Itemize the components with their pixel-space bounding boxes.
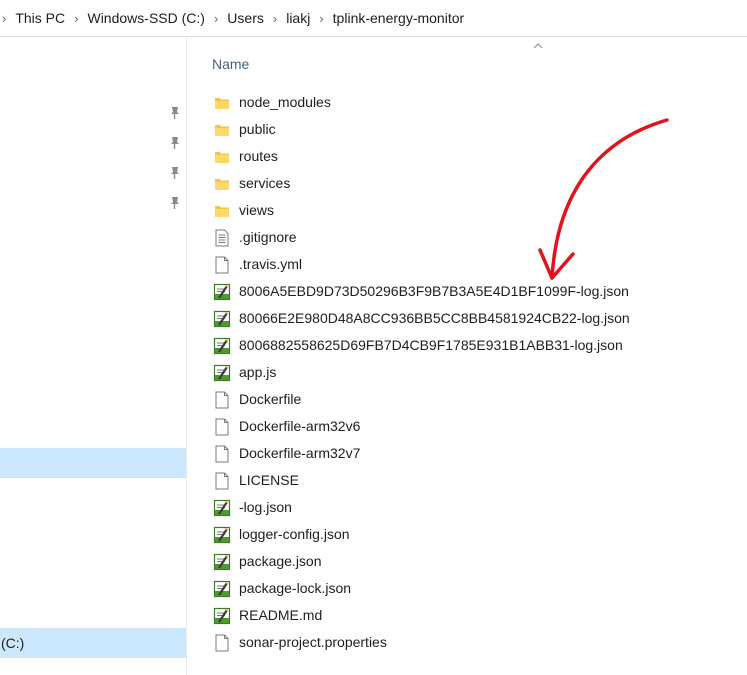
file-row[interactable]: 80066E2E980D48A8CC936BB5CC8BB4581924CB22… — [213, 305, 630, 332]
blank-file-icon — [213, 444, 231, 464]
notepad-file-icon — [213, 579, 231, 599]
file-row[interactable]: views — [213, 197, 630, 224]
file-name: LICENSE — [239, 472, 299, 488]
file-name: sonar-project.properties — [239, 634, 387, 650]
breadcrumb-liakj[interactable]: liakj — [286, 10, 310, 26]
file-row[interactable]: node_modules — [213, 89, 630, 116]
chevron-right-icon[interactable]: › — [2, 11, 6, 26]
file-name: package.json — [239, 553, 322, 569]
file-name: .travis.yml — [239, 256, 302, 272]
file-row[interactable]: README.md — [213, 602, 630, 629]
file-row[interactable]: routes — [213, 143, 630, 170]
nav-drive-label: (C:) — [1, 635, 25, 651]
file-row[interactable]: Dockerfile-arm32v6 — [213, 413, 630, 440]
file-name: .gitignore — [239, 229, 297, 245]
file-row[interactable]: package.json — [213, 548, 630, 575]
notepad-file-icon — [213, 498, 231, 518]
pin-icon[interactable] — [168, 166, 182, 180]
file-row[interactable]: -log.json — [213, 494, 630, 521]
file-name: logger-config.json — [239, 526, 350, 542]
file-row[interactable]: app.js — [213, 359, 630, 386]
nav-item-selected[interactable] — [0, 448, 186, 478]
notepad-file-icon — [213, 606, 231, 626]
file-name: routes — [239, 148, 278, 164]
file-name: package-lock.json — [239, 580, 352, 596]
blank-file-icon — [213, 255, 231, 275]
folder-icon — [213, 201, 231, 221]
file-row[interactable]: .gitignore — [213, 224, 630, 251]
notepad-file-icon — [213, 282, 231, 302]
file-row[interactable]: Dockerfile — [213, 386, 630, 413]
folder-icon — [213, 120, 231, 140]
file-name: Dockerfile-arm32v7 — [239, 445, 361, 461]
file-row[interactable]: LICENSE — [213, 467, 630, 494]
file-name: 80066E2E980D48A8CC936BB5CC8BB4581924CB22… — [239, 310, 630, 326]
folder-icon — [213, 174, 231, 194]
notepad-file-icon — [213, 336, 231, 356]
file-name: app.js — [239, 364, 277, 380]
file-row[interactable]: Dockerfile-arm32v7 — [213, 440, 630, 467]
blank-file-icon — [213, 633, 231, 653]
file-name: -log.json — [239, 499, 292, 515]
folder-icon — [213, 93, 231, 113]
notepad-file-icon — [213, 525, 231, 545]
file-row[interactable]: package-lock.json — [213, 575, 630, 602]
file-name: views — [239, 202, 275, 218]
file-row[interactable]: .travis.yml — [213, 251, 630, 278]
chevron-right-icon[interactable]: › — [273, 11, 277, 26]
notepad-file-icon — [213, 363, 231, 383]
file-name: README.md — [239, 607, 323, 623]
chevron-right-icon[interactable]: › — [214, 11, 218, 26]
file-name: node_modules — [239, 94, 331, 110]
file-name: Dockerfile — [239, 391, 302, 407]
chevron-right-icon[interactable]: › — [74, 11, 78, 26]
file-name: Dockerfile-arm32v6 — [239, 418, 361, 434]
file-name: public — [239, 121, 276, 137]
breadcrumb-windows-ssd[interactable]: Windows-SSD (C:) — [87, 10, 204, 26]
blank-file-icon — [213, 390, 231, 410]
file-row[interactable]: 8006882558625D69FB7D4CB9F1785E931B1ABB31… — [213, 332, 630, 359]
file-name: 8006882558625D69FB7D4CB9F1785E931B1ABB31… — [239, 337, 623, 353]
file-row[interactable]: public — [213, 116, 630, 143]
pin-icon[interactable] — [168, 196, 182, 210]
text-file-icon — [213, 228, 231, 248]
breadcrumb-users[interactable]: Users — [227, 10, 264, 26]
notepad-file-icon — [213, 309, 231, 329]
file-row[interactable]: sonar-project.properties — [213, 629, 630, 656]
file-row[interactable]: logger-config.json — [213, 521, 630, 548]
blank-file-icon — [213, 417, 231, 437]
blank-file-icon — [213, 471, 231, 491]
nav-item-windows-ssd[interactable]: (C:) — [0, 628, 186, 658]
file-row[interactable]: services — [213, 170, 630, 197]
file-name: services — [239, 175, 291, 191]
breadcrumb-this-pc[interactable]: This PC — [15, 10, 65, 26]
pin-icon[interactable] — [168, 106, 182, 120]
file-row[interactable]: 8006A5EBD9D73D50296B3F9B7B3A5E4D1BF1099F… — [213, 278, 630, 305]
chevron-right-icon[interactable]: › — [319, 11, 323, 26]
file-list[interactable]: node_modulespublic routes services views .gi… — [213, 89, 630, 656]
address-breadcrumb[interactable]: › This PC › Windows-SSD (C:) › Users › l… — [0, 0, 747, 37]
folder-icon — [213, 147, 231, 167]
notepad-file-icon — [213, 552, 231, 572]
sort-ascending-icon — [533, 43, 543, 49]
pin-icon[interactable] — [168, 136, 182, 150]
column-header-name[interactable]: Name — [212, 56, 249, 72]
navigation-pane[interactable]: (C:) — [0, 38, 187, 675]
file-name: 8006A5EBD9D73D50296B3F9B7B3A5E4D1BF1099F… — [239, 283, 629, 299]
breadcrumb-tplink-energy-monitor[interactable]: tplink-energy-monitor — [333, 10, 465, 26]
